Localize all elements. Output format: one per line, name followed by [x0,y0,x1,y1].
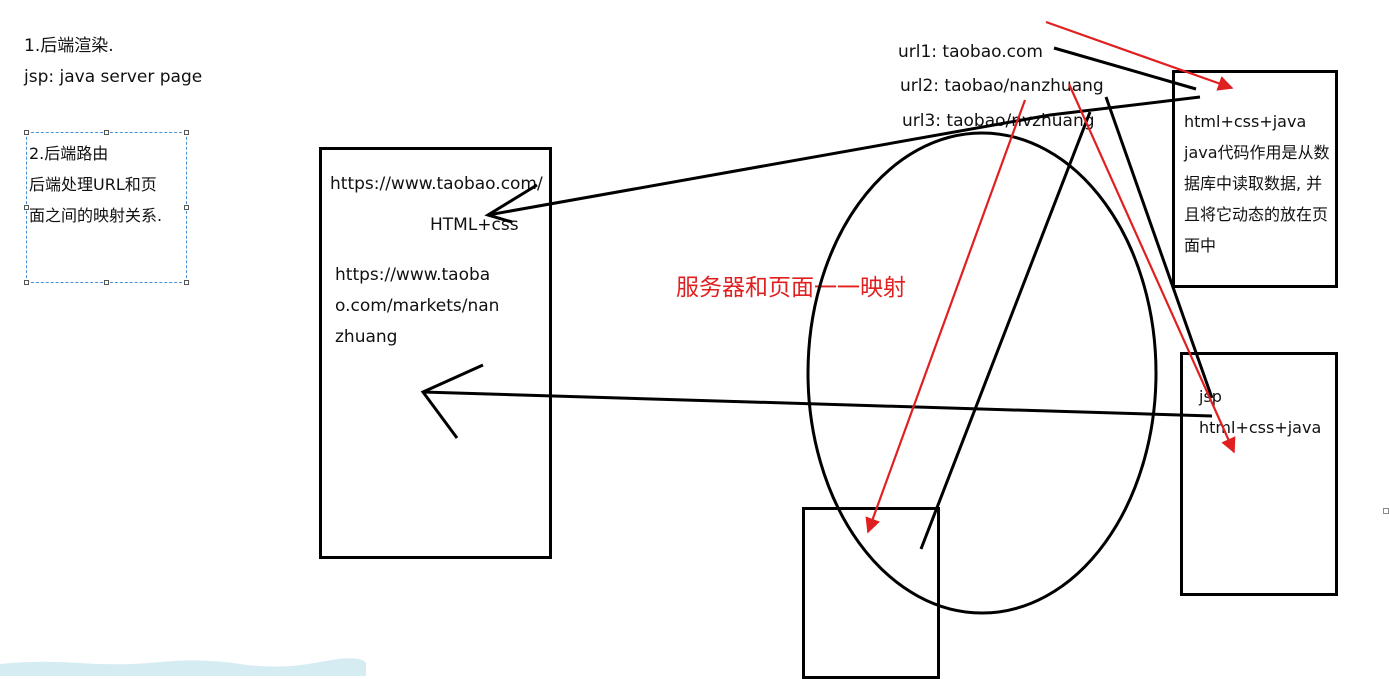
edge-handle[interactable] [1383,508,1389,514]
red-arrow-url2-server [1067,83,1236,454]
black-arrow-to-page-top [484,95,1201,224]
red-arrow-url3-bottom [865,99,1027,534]
drawing-layer [420,20,1236,615]
black-arrow-to-page-bottom [420,363,1213,439]
mapping-ellipse [806,131,1158,615]
bottom-strip [0,658,366,676]
black-line-url2-server [1104,96,1214,399]
black-line-url3-bottom [919,111,1092,550]
